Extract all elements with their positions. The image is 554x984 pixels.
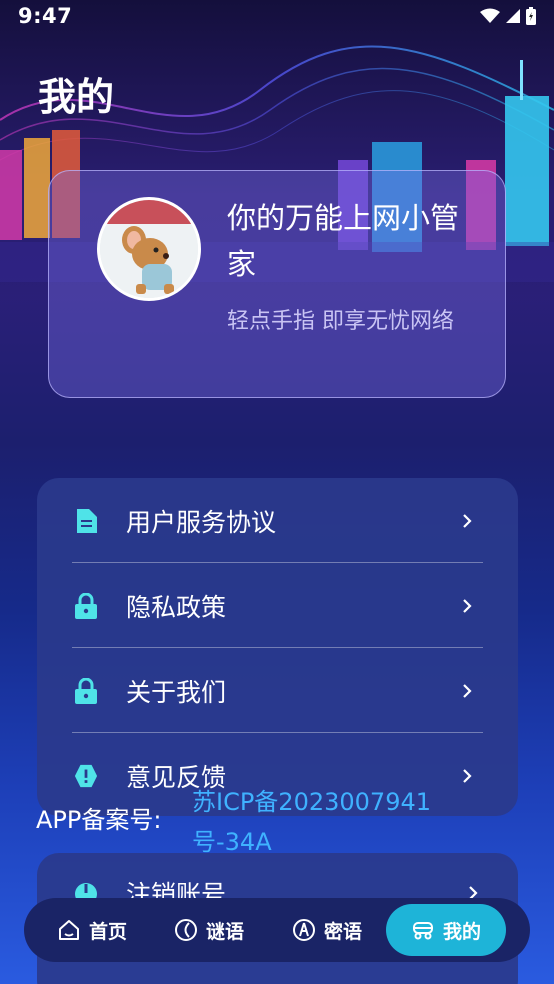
chevron-right-icon [463,683,472,698]
bottom-tab-bar: 首页 谜语 密语 我的 [24,898,530,962]
home-icon [58,920,79,940]
menu-item-about-us[interactable]: 关于我们 [72,648,483,733]
menu-item-label: 关于我们 [126,677,227,707]
battery-icon [526,7,536,25]
tab-secret-words[interactable]: 密语 [268,904,386,956]
chevron-right-icon [463,598,472,613]
signal-icon [506,9,520,23]
document-icon [74,508,98,533]
lock-icon [74,592,98,619]
settings-menu-card: 用户服务协议 隐私政策 关于我们 意见反馈 [37,478,518,816]
menu-item-privacy-policy[interactable]: 隐私政策 [72,563,483,648]
mouse-cartoon-avatar-image [100,200,198,298]
status-icons [480,7,536,25]
avatar[interactable] [97,197,201,301]
tab-riddles[interactable]: 谜语 [150,904,268,956]
menu-item-user-agreement[interactable]: 用户服务协议 [72,478,483,563]
tab-label: 密语 [323,920,362,943]
status-bar: 9:47 [0,0,554,34]
icp-number-link[interactable]: 苏ICP备2023007941号-34A [192,782,462,862]
page-title: 我的 [38,75,115,119]
status-time: 9:47 [18,4,73,28]
tab-label: 我的 [442,920,481,943]
tab-home[interactable]: 首页 [34,904,150,956]
profile-name: 你的万能上网小管家 [227,201,460,281]
menu-item-label: 隐私政策 [126,592,227,622]
compass-icon [292,919,315,941]
alert-icon [74,764,98,788]
tab-label: 首页 [88,920,127,943]
lock-icon [74,677,98,704]
user-car-icon [412,922,433,940]
moon-icon [174,919,197,941]
chevron-right-icon [463,513,472,528]
tab-mine[interactable]: 我的 [386,904,506,956]
icp-label: APP备案号: [36,806,162,834]
menu-item-label: 用户服务协议 [126,507,277,537]
profile-card[interactable]: 你的万能上网小管家 轻点手指 即享无忧网络 [48,170,506,398]
tab-label: 谜语 [205,920,244,943]
profile-subtitle: 轻点手指 即享无忧网络 [227,309,454,334]
wifi-icon [480,8,500,23]
